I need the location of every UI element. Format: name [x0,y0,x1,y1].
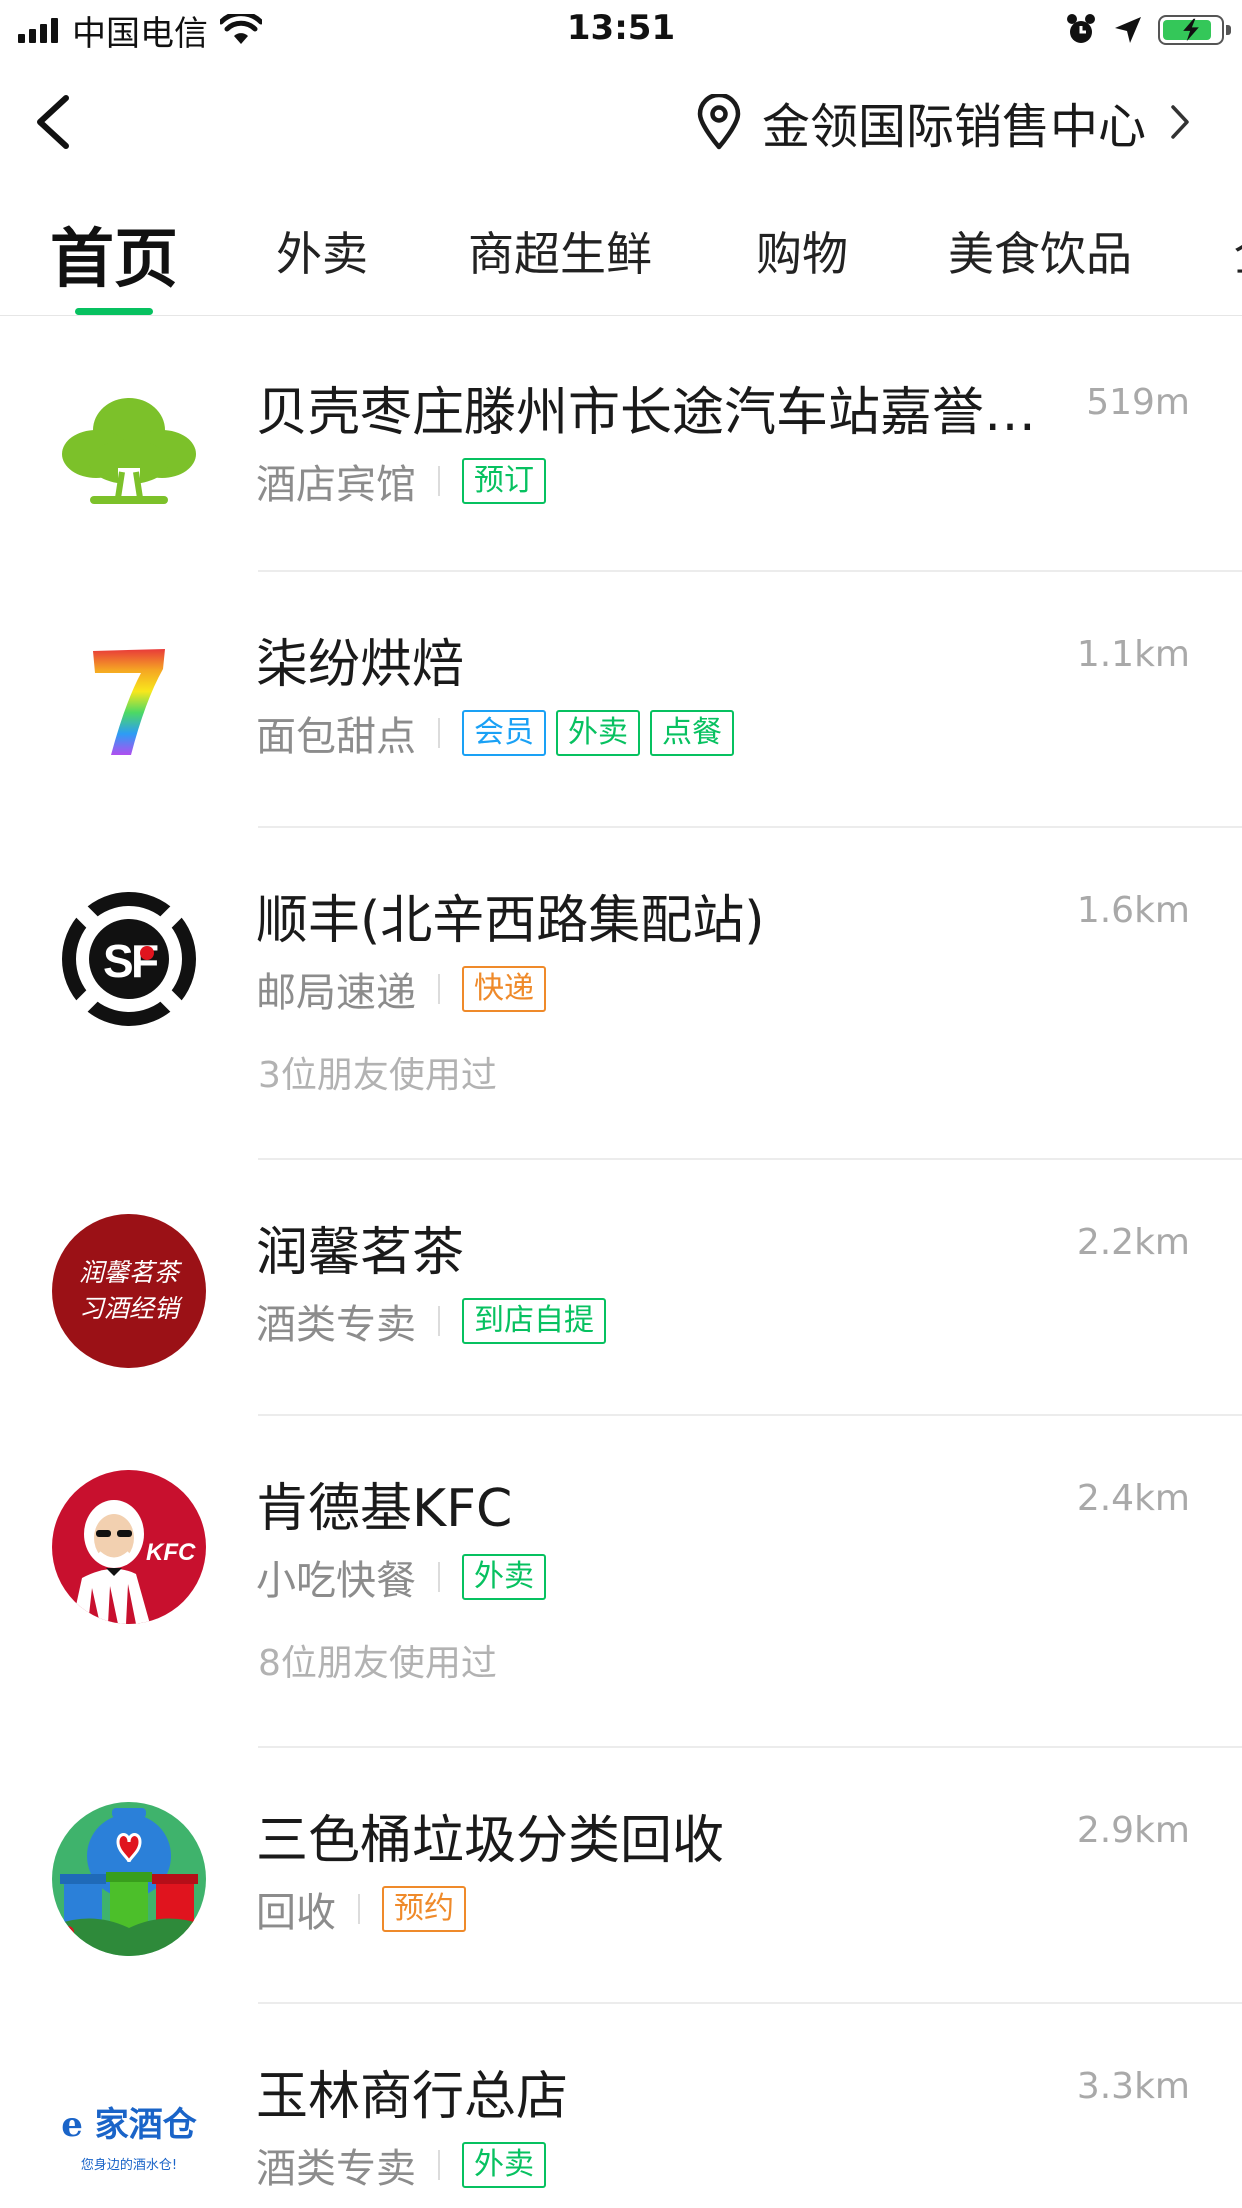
chevron-left-icon [37,95,69,149]
store-category: 酒店宾馆 [256,462,416,508]
row-divider [258,1746,1242,1748]
tag-badge: 外卖 [462,2142,546,2188]
category-tabs: 首页 外卖 商超生鲜 购物 美食饮品 全 [0,200,1242,316]
battery-icon [1158,15,1231,45]
divider [438,2150,440,2180]
store-name: 肯德基KFC [256,1479,513,1539]
tab-shopping[interactable]: 购物 [756,218,848,284]
store-name: 润馨茗茶 [256,1223,465,1283]
back-button[interactable] [20,90,84,154]
tag-badge: 到店自提 [462,1298,606,1344]
sf-express-logo: S F [50,880,208,1038]
divider [438,466,440,496]
tag-badge: 点餐 [650,710,734,756]
store-category: 回收 [256,1890,336,1936]
store-name: 三色桶垃圾分类回收 [256,1811,725,1871]
store-distance: 1.6km [1076,890,1190,931]
store-distance: 2.2km [1076,1222,1190,1263]
store-distance: 2.4km [1076,1478,1190,1519]
divider [438,974,440,1004]
row-divider [258,1414,1242,1416]
navigation-bar: 金领国际销售中心 [0,60,1242,188]
map-pin-icon [697,94,741,150]
chevron-right-icon [1171,105,1189,139]
logo-text: e 家酒仓 [61,2105,197,2145]
kfc-logo: KFC [50,1468,208,1626]
tab-home[interactable]: 首页 [50,208,178,300]
ejia-jiucang-logo: e 家酒仓 您身边的酒水仓! [50,2056,208,2208]
store-name: 贝壳枣庄滕州市长途汽车站嘉誉… [256,383,1037,443]
divider [438,718,440,748]
store-meta: 面包甜点 会员 外卖 点餐 [256,708,744,760]
location-selector[interactable]: 金领国际销售中心 [696,90,1192,155]
screen: 中国电信 13:51 金领国际销售中心 首页 外卖 商超生鲜 购物 美食饮品 贝… [0,0,1242,2208]
logo-subtext: 您身边的酒水仓! [80,2158,178,2173]
store-category: 酒类专卖 [256,1302,416,1348]
store-meta: 酒店宾馆 预订 [256,456,556,508]
recycle-bins-logo [50,1800,208,1958]
tag-badge: 预订 [462,458,546,504]
row-divider [258,1158,1242,1160]
store-meta: 酒类专卖 到店自提 [256,1296,616,1348]
store-category: 小吃快餐 [256,1558,416,1604]
row-divider [258,2002,1242,2004]
store-meta: 小吃快餐 外卖 [256,1552,556,1604]
tab-overflow-partial[interactable]: 全 [1234,218,1242,284]
row-divider [258,570,1242,572]
store-name: 玉林商行总店 [256,2067,569,2127]
logo-text: KFC [146,1539,196,1566]
location-label: 金领国际销售中心 [761,99,1146,155]
store-meta: 酒类专卖 外卖 [256,2140,556,2192]
tag-badge: 快递 [462,966,546,1012]
runxin-tea-logo: 润馨茗茶 习酒经销 [50,1212,208,1370]
store-category: 酒类专卖 [256,2146,416,2192]
tab-takeout[interactable]: 外卖 [276,218,368,284]
store-category: 邮局速递 [256,970,416,1016]
tree-logo [50,373,208,531]
rainbow-seven-logo [50,624,208,782]
tab-supermarket-fresh[interactable]: 商超生鲜 [468,218,652,284]
divider [438,1306,440,1336]
logo-text: 习酒经销 [78,1294,179,1323]
store-meta: 邮局速递 快递 [256,964,556,1016]
status-bar: 中国电信 13:51 [0,0,1242,60]
row-divider [258,826,1242,828]
store-distance: 1.1km [1076,634,1190,675]
alarm-clock-icon [1067,14,1095,43]
logo-text: 润馨茗茶 [78,1258,179,1287]
divider [438,1562,440,1592]
charging-bolt-icon [1183,18,1199,42]
store-category: 面包甜点 [256,714,416,760]
location-arrow-icon [1115,17,1141,43]
active-tab-indicator [75,308,153,315]
tag-badge: 外卖 [556,710,640,756]
tag-badge: 外卖 [462,1554,546,1600]
tab-food-drinks[interactable]: 美食饮品 [948,218,1132,284]
tag-badge: 会员 [462,710,546,756]
svg-text:S: S [103,935,134,987]
svg-text:F: F [131,935,159,987]
friends-used-text: 3位朋友使用过 [258,1055,497,1096]
status-time: 13:51 [566,8,676,48]
status-right [1064,10,1231,50]
store-name: 柒纷烘焙 [256,635,465,695]
store-meta: 回收 预约 [256,1884,476,1936]
friends-used-text: 8位朋友使用过 [258,1643,497,1684]
divider [358,1894,360,1924]
store-distance: 3.3km [1076,2066,1190,2107]
tag-badge: 预约 [382,1886,466,1932]
store-distance: 2.9km [1076,1810,1190,1851]
store-name: 顺丰(北辛西路集配站) [256,891,765,951]
store-distance: 519m [1086,382,1190,423]
